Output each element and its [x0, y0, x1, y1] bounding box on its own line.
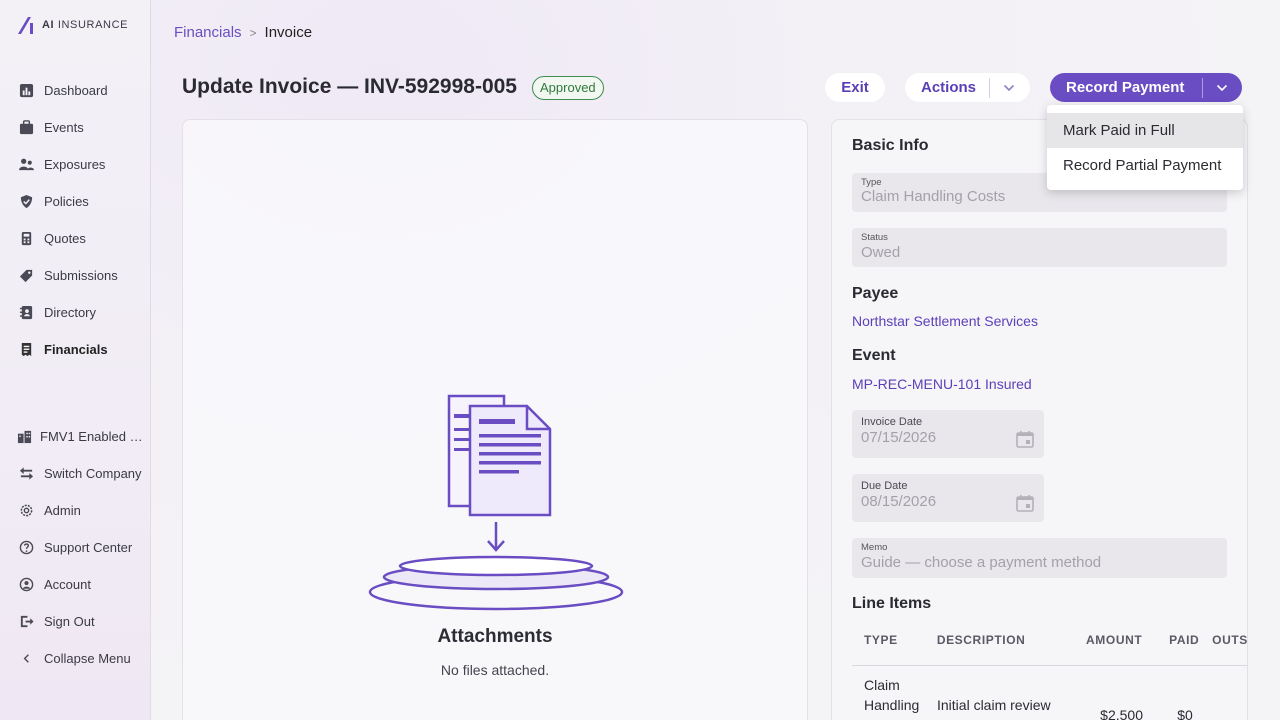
basic-info-title: Basic Info — [852, 137, 929, 154]
memo-value: Guide — choose a payment method — [861, 554, 1102, 571]
status-badge: Approved — [532, 76, 604, 100]
tag-icon — [18, 267, 34, 283]
line-items-title: Line Items — [852, 595, 932, 612]
brand-name: AI INSURANCE — [42, 19, 129, 31]
breadcrumb: Financials > Invoice — [174, 24, 312, 41]
switch-icon — [18, 465, 34, 481]
calculator-icon — [18, 230, 34, 246]
sidebar-item-financials[interactable]: Financials — [18, 339, 148, 359]
breadcrumb-financials-link[interactable]: Financials — [174, 24, 242, 41]
brand-logo[interactable]: AI INSURANCE — [16, 15, 128, 35]
people-icon — [18, 156, 34, 172]
breadcrumb-current: Invoice — [264, 24, 313, 41]
payee-link[interactable]: Northstar Settlement Services — [852, 313, 1038, 329]
memo-label: Memo — [861, 542, 888, 553]
line-item-amount: $2,500 — [1100, 707, 1143, 720]
chevron-down-icon — [1003, 84, 1015, 91]
building-icon — [16, 428, 32, 444]
sidebar-item-dashboard[interactable]: Dashboard — [18, 80, 148, 100]
menu-item-record-partial-payment[interactable]: Record Partial Payment — [1047, 148, 1243, 183]
invoice-date-value: 07/15/2026 — [861, 429, 937, 446]
sidebar-item-collapse-menu[interactable]: Collapse Menu — [18, 648, 148, 668]
column-header-description[interactable]: DESCRIPTION — [937, 632, 1063, 665]
event-link[interactable]: MP-REC-MENU-101 Insured — [852, 376, 1032, 392]
sidebar-item-directory[interactable]: Directory — [18, 302, 148, 322]
sign-out-icon — [18, 613, 34, 629]
record-payment-menu: Mark Paid in Full Record Partial Payment — [1047, 105, 1243, 190]
status-field[interactable]: Status Owed — [852, 228, 1227, 267]
chevron-left-icon — [18, 650, 34, 666]
attachments-title: Attachments — [437, 626, 553, 647]
sidebar-item-quotes[interactable]: Quotes — [18, 228, 148, 248]
memo-field[interactable]: Memo Guide — choose a payment method — [852, 538, 1227, 578]
calendar-icon[interactable] — [1016, 494, 1034, 512]
page-title: Update Invoice — INV-592998-005 — [182, 75, 517, 98]
line-item-description: Initial claim review — [937, 697, 1051, 713]
shield-icon — [18, 193, 34, 209]
line-item-type: Claim Handling Fees & — [864, 677, 920, 720]
chevron-down-icon — [1216, 84, 1228, 91]
sidebar-item-sign-out[interactable]: Sign Out — [18, 611, 148, 631]
briefcase-icon — [18, 119, 34, 135]
type-value: Claim Handling Costs — [861, 188, 1006, 205]
invoice-date-field[interactable]: Invoice Date 07/15/2026 — [852, 410, 1044, 458]
calendar-icon[interactable] — [1016, 430, 1034, 448]
attachments-panel[interactable]: Attachments No files attached. — [182, 119, 808, 720]
sidebar-item-admin[interactable]: Admin — [18, 500, 148, 520]
account-icon — [18, 576, 34, 592]
document-upload-icon — [368, 394, 624, 611]
chart-icon — [18, 82, 34, 98]
sidebar-item-support-center[interactable]: Support Center — [18, 537, 148, 557]
receipt-icon — [18, 341, 34, 357]
sidebar-item-account[interactable]: Account — [18, 574, 148, 594]
address-book-icon — [18, 304, 34, 320]
menu-item-mark-paid-in-full[interactable]: Mark Paid in Full — [1047, 113, 1243, 148]
column-header-paid[interactable]: PAID — [1156, 632, 1212, 665]
sidebar-item-exposures[interactable]: Exposures — [18, 154, 148, 174]
invoice-date-label: Invoice Date — [861, 416, 923, 428]
sidebar-item-events[interactable]: Events — [18, 117, 148, 137]
help-icon — [18, 539, 34, 555]
line-items-header-row: TYPE DESCRIPTION AMOUNT PAID OUTSTA — [852, 632, 1247, 666]
event-title: Event — [852, 347, 896, 364]
logo-mark-icon — [18, 17, 33, 34]
actions-dropdown-toggle[interactable] — [990, 84, 1028, 92]
due-date-field[interactable]: Due Date 08/15/2026 — [852, 474, 1044, 522]
due-date-label: Due Date — [861, 480, 908, 492]
actions-button[interactable]: Actions — [905, 73, 1030, 102]
actions-button-label: Actions — [921, 79, 977, 96]
status-label: Status — [861, 232, 888, 243]
gear-icon — [18, 502, 34, 518]
sidebar-item-policies[interactable]: Policies — [18, 191, 148, 211]
column-header-outstanding[interactable]: OUTSTA — [1212, 632, 1247, 665]
sidebar-item-switch-company[interactable]: Switch Company — [18, 463, 148, 483]
table-row[interactable]: Claim Handling Fees & Initial claim revi… — [852, 667, 1247, 720]
breadcrumb-separator: > — [249, 25, 257, 40]
record-payment-label: Record Payment — [1066, 79, 1185, 96]
sidebar-item-submissions[interactable]: Submissions — [18, 265, 148, 285]
column-header-amount[interactable]: AMOUNT — [1063, 632, 1157, 665]
record-payment-button[interactable]: Record Payment — [1050, 73, 1242, 102]
status-value: Owed — [861, 244, 901, 261]
due-date-value: 08/15/2026 — [861, 493, 937, 510]
sidebar: AI INSURANCE Dashboard Events Exposures … — [0, 0, 151, 720]
column-header-type[interactable]: TYPE — [852, 632, 937, 665]
exit-button[interactable]: Exit — [825, 73, 885, 102]
record-payment-dropdown-toggle[interactable] — [1203, 84, 1241, 92]
sidebar-item-company[interactable]: FMV1 Enabled … — [16, 426, 146, 446]
invoice-form-panel: Basic Info Type Claim Handling Costs Sta… — [831, 119, 1248, 720]
line-item-paid: $0 — [1177, 707, 1193, 720]
payee-title: Payee — [852, 285, 899, 302]
attachments-empty-text: No files attached. — [440, 662, 550, 678]
